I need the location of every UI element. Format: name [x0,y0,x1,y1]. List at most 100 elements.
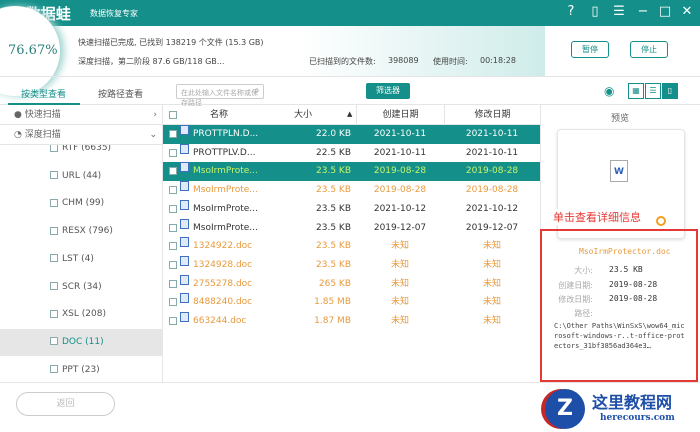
doc-file-icon [180,125,189,135]
tab-by-type[interactable]: 按类型查看 [21,87,66,100]
type-label: XSL (208) [62,309,106,320]
watermark-logo: Z [545,389,585,429]
row-checkbox[interactable] [169,260,177,269]
type-item[interactable]: XSL (208) [0,301,163,328]
header-modified[interactable]: 修改日期 [444,105,540,125]
type-checkbox[interactable] [50,365,58,374]
row-checkbox[interactable] [169,148,177,157]
type-checkbox[interactable] [50,171,58,180]
file-name: MsoIrmProte... [193,222,258,233]
row-checkbox[interactable] [169,223,177,232]
eye-icon[interactable]: ◉ [604,84,614,98]
select-all-checkbox[interactable] [169,111,177,119]
type-item[interactable]: CHM (99) [0,190,163,217]
table-row[interactable]: 2755278.doc 265 KB 未知 未知 [163,274,540,294]
quick-scan-row[interactable]: ● 快速扫描 › [0,105,163,125]
sort-asc-icon: ▲ [347,110,353,118]
grid-view-icon[interactable]: ▦ [628,83,644,99]
tab-by-path[interactable]: 按路径查看 [98,87,143,100]
row-checkbox[interactable] [169,317,177,325]
menu-icon[interactable]: ☰ [610,4,628,19]
table-row[interactable]: PROTTPLV.D... 22.5 KB 2021-10-11 2021-10-11 [163,143,540,163]
row-checkbox[interactable] [169,298,177,307]
created-date: 未知 [390,297,409,308]
quick-scan-label: 快速扫描 [24,110,61,120]
type-label: DOC (11) [62,336,104,347]
table-row[interactable]: 1324922.doc 23.5 KB 未知 未知 [163,237,540,256]
progress-background [0,26,545,76]
file-name: 8488240.doc [193,297,253,308]
modified-date: 2019-08-28 [465,166,519,177]
modified-date: 未知 [482,259,501,270]
doc-file-icon [180,237,189,248]
table-row[interactable]: 8488240.doc 1.85 MB 未知 未知 [163,293,540,312]
table-row[interactable]: MsoIrmProte... 23.5 KB 2019-08-28 2019-08-2… [163,181,540,200]
type-item[interactable]: DOC (11) [0,328,163,356]
row-checkbox[interactable] [169,130,177,138]
type-checkbox[interactable] [50,145,58,152]
bottom-bar: 返回 Z 这里教程网 herecours.com [0,382,700,432]
search-input[interactable]: 在此处输入文件名称或保存路径 [176,84,264,107]
watermark-name: 这里教程网 [592,393,673,412]
search-icon[interactable]: ⌕ [254,85,260,96]
row-checkbox[interactable] [169,242,177,251]
row-checkbox[interactable] [169,279,177,288]
save-icon[interactable]: ▯ [586,4,604,19]
filter-button[interactable]: 筛选器 [366,83,410,99]
header-size[interactable]: 大小 [263,105,343,125]
table-row[interactable]: 1324928.doc 23.5 KB 未知 未知 [163,255,540,275]
back-button[interactable]: 返回 [16,392,115,416]
table-row[interactable]: MsoIrmProte... 23.5 KB 2019-08-28 2019-08-2… [163,162,540,182]
deep-scan-row[interactable]: ◔ 深度扫描 ⌄ [0,125,163,145]
quick-scan-status: 快速扫描已完成, 已找到 138219 个文件 (15.3 GB) [78,38,264,47]
type-checkbox[interactable] [50,282,58,290]
table-row[interactable]: PROTTPLN.D... 22.0 KB 2021-10-11 2021-10-11 [163,125,540,144]
file-size: 23.5 KB [316,203,351,214]
type-item[interactable]: PPT (23) [0,357,163,382]
doc-file-icon [180,199,189,210]
type-item[interactable]: URL (44) [0,163,163,190]
table-row[interactable]: MsoIrmProte... 23.5 KB 2019-12-07 2019-12-0… [163,218,540,238]
row-checkbox[interactable] [169,186,177,195]
detail-view-icon[interactable]: ▯ [662,83,678,99]
close-button[interactable]: ✕ [678,4,696,19]
type-item[interactable]: LST (4) [0,246,163,273]
minimize-button[interactable]: − [634,4,652,19]
file-size: 22.0 KB [316,129,351,139]
type-label: PPT (23) [62,364,100,375]
modified-date: 2021-10-11 [465,147,519,158]
preview-panel: 预览 W 单击查看详细信息 MsoIrmProtector.doc 大小: 23… [540,105,700,382]
table-row[interactable]: MsoIrmProte... 23.5 KB 2021-10-12 2021-10-1… [163,199,540,219]
watermark-url: herecours.com [600,413,675,423]
list-view-icon[interactable]: ☰ [645,83,661,99]
maximize-button[interactable]: □ [656,4,674,19]
type-label: RESX (796) [62,226,113,237]
type-item[interactable]: SCR (34) [0,274,163,301]
help-icon[interactable]: ? [562,4,580,19]
type-checkbox[interactable] [50,198,58,207]
type-item[interactable]: RESX (796) [0,218,163,245]
type-checkbox[interactable] [50,226,58,235]
chevron-down-icon: ⌄ [149,130,157,140]
pause-button[interactable]: 暂停 [571,41,609,58]
created-label: 创建日期: [558,281,593,290]
row-checkbox[interactable] [169,167,177,176]
file-size: 23.5 KB [316,222,351,233]
created-date: 未知 [390,316,409,326]
type-checkbox[interactable] [50,254,58,263]
type-checkbox[interactable] [50,309,58,318]
stop-button[interactable]: 停止 [630,41,668,58]
row-checkbox[interactable] [169,204,177,213]
table-row[interactable]: 663244.doc 1.87 MB 未知 未知 [163,312,540,331]
header-created[interactable]: 创建日期 [356,105,444,125]
created-date: 未知 [390,278,409,289]
created-value: 2019-08-28 [609,280,658,289]
file-size: 23.5 KB [316,166,351,177]
header-name[interactable]: 名称 [183,105,255,125]
file-name: 2755278.doc [193,278,253,289]
type-item[interactable]: RTF (6635) [0,145,163,162]
type-checkbox[interactable] [50,337,58,346]
preview-title: 预览 [611,114,630,124]
modified-date: 2019-12-07 [465,222,519,233]
file-name: 1324928.doc [193,259,253,270]
